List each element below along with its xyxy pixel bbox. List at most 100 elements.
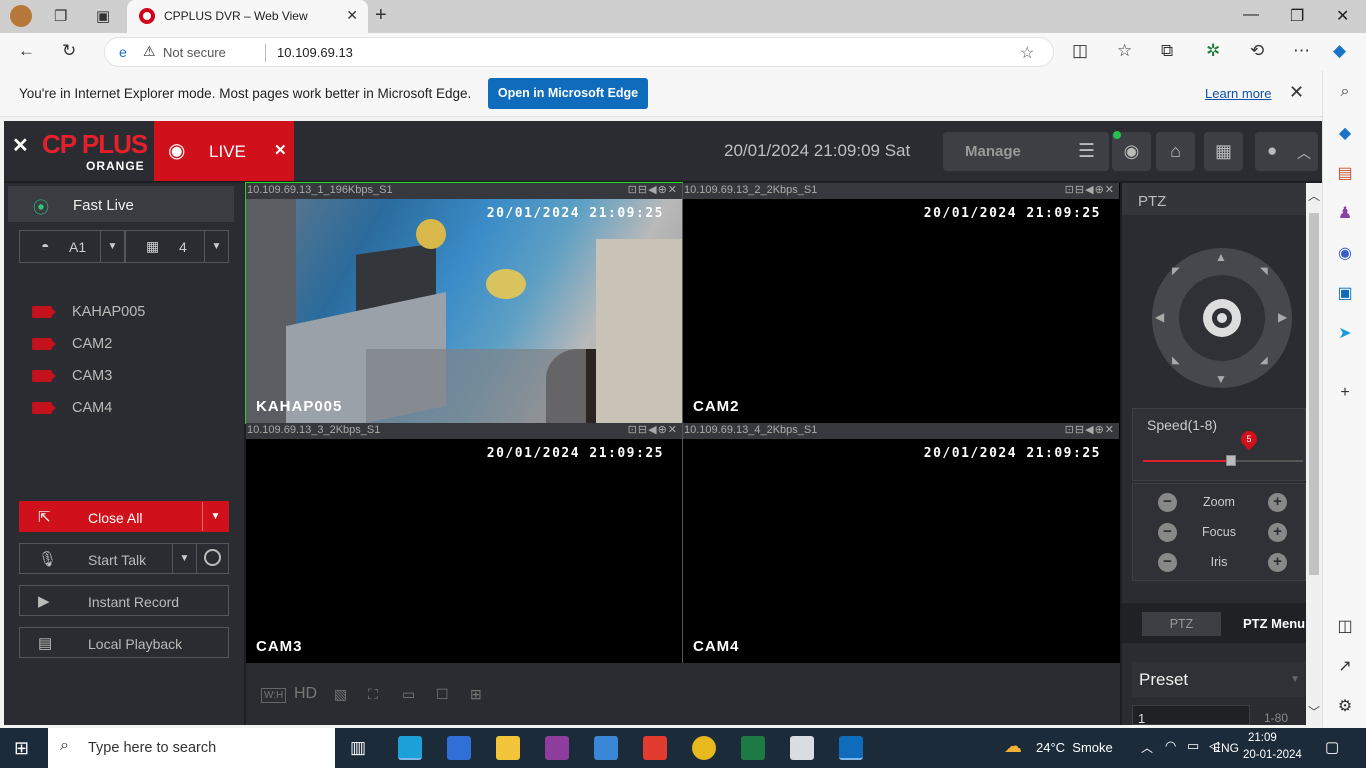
arrow-down-left-icon[interactable]: ◣ [1172, 355, 1180, 366]
qr-code-button[interactable]: ▦ [1204, 132, 1243, 171]
taskbar-search[interactable]: ⌕ Type here to search [48, 728, 335, 768]
tab-ptz-menu[interactable]: PTZ Menu [1243, 616, 1305, 631]
notifications-icon[interactable]: ▢ [1325, 738, 1339, 756]
task-view-icon[interactable]: ▥ [350, 738, 366, 758]
open-in-edge-button[interactable]: Open in Microsoft Edge [488, 78, 648, 109]
fast-live-header[interactable]: ⦿ Fast Live [8, 186, 234, 222]
tab-close-icon[interactable]: ✕ [346, 7, 358, 24]
edge-taskbar-icon[interactable] [398, 736, 422, 760]
iris-minus-button[interactable]: − [1158, 553, 1177, 572]
dpad-center-knob[interactable] [1203, 299, 1241, 337]
video-cell[interactable]: 10.109.69.13_1_196Kbps_S1 ⊡⊟◀⊕✕ 20/01/20… [245, 182, 683, 424]
single-view-icon[interactable]: ▭ [402, 686, 415, 703]
search-icon[interactable]: ⌕ [1335, 83, 1355, 103]
start-talk-button[interactable]: 🎙 Start Talk ▼ [19, 543, 229, 574]
cell-tools-icons[interactable]: ⊡⊟◀⊕✕ [1065, 183, 1115, 196]
wifi-icon[interactable]: ◠ [1165, 738, 1176, 754]
scrollbar-thumb[interactable] [1309, 213, 1319, 575]
chevron-down-icon[interactable]: ▼ [100, 231, 124, 262]
home-button[interactable]: ⌂ [1156, 132, 1195, 171]
extension-icon[interactable]: ✲ [1206, 41, 1220, 61]
fullscreen-icon[interactable]: ⛶ [368, 686, 378, 703]
stream-type-icon[interactable]: ▧ [334, 686, 347, 703]
active-tab[interactable]: CPPLUS DVR – Web View ✕ [127, 0, 368, 33]
manage-button[interactable]: Manage ☰ [943, 132, 1109, 171]
learn-more-link[interactable]: Learn more [1205, 86, 1271, 101]
preset-select[interactable]: Preset ▼ [1132, 662, 1306, 697]
scroll-down-icon[interactable]: ﹀ [1308, 703, 1320, 720]
speed-slider-handle[interactable] [1226, 455, 1236, 466]
live-view-button[interactable]: ◉ [1112, 131, 1151, 171]
refresh-icon[interactable]: ↻ [62, 41, 76, 61]
outlook-taskbar-icon[interactable] [839, 736, 863, 760]
camera-list-item[interactable]: KAHAP005 [32, 303, 232, 323]
profile-avatar[interactable] [10, 5, 32, 27]
maximize-button[interactable]: ❐ [1290, 6, 1304, 26]
focus-minus-button[interactable]: − [1158, 523, 1177, 542]
file-explorer-taskbar-icon[interactable] [496, 736, 520, 760]
weather-text[interactable]: 24°C Smoke [1036, 740, 1113, 755]
chevron-down-icon[interactable]: ▼ [202, 502, 228, 531]
hd-button[interactable]: HD [294, 685, 317, 703]
chrome-taskbar-icon[interactable] [692, 736, 716, 760]
speed-slider-track[interactable] [1143, 455, 1303, 466]
collections-icon[interactable]: ⧉ [1161, 41, 1173, 61]
one-screen-icon[interactable]: ☐ [436, 686, 449, 703]
app-taskbar-icon[interactable] [790, 736, 814, 760]
video-cell[interactable]: 10.109.69.13_3_2Kbps_S1 ⊡⊟◀⊕✕ 20/01/2024… [246, 423, 682, 663]
ie-bar-close-icon[interactable]: ✕ [1289, 82, 1304, 103]
favorites-icon[interactable]: ☆ [1117, 41, 1132, 61]
focus-plus-button[interactable]: + [1268, 523, 1287, 542]
preset-number-input[interactable]: 1 [1132, 705, 1250, 725]
favorite-star-icon[interactable]: ☆ [1020, 43, 1034, 63]
battery-icon[interactable]: ▭ [1187, 738, 1199, 754]
split-screen-icon[interactable]: ◫ [1072, 41, 1088, 61]
scroll-up-icon[interactable]: ︿ [1308, 187, 1320, 204]
record-toggle[interactable] [196, 544, 228, 573]
instant-record-button[interactable]: ▶ Instant Record [19, 585, 229, 616]
outlook-icon[interactable]: ▣ [1335, 283, 1355, 303]
arrow-down-right-icon[interactable]: ◢ [1260, 355, 1268, 366]
split-select[interactable]: ▦ 4 ▼ [125, 230, 229, 263]
arrow-up-icon[interactable]: ▲ [1215, 250, 1227, 264]
area-select[interactable]: ◓ A1 ▼ [19, 230, 125, 263]
url-text[interactable]: 10.109.69.13 [277, 45, 353, 60]
excel-taskbar-icon[interactable] [741, 736, 765, 760]
cell-tools-icons[interactable]: ⊡⊟◀⊕✕ [628, 183, 678, 196]
tab-actions-icon[interactable]: ▣ [96, 7, 110, 25]
send-icon[interactable]: ➤ [1335, 323, 1355, 343]
iris-plus-button[interactable]: + [1268, 553, 1287, 572]
ptz-direction-pad[interactable]: ▲ ▼ ◀ ▶ ◤ ◥ ◣ ◢ [1152, 248, 1292, 388]
chevron-down-icon[interactable]: ▼ [204, 231, 228, 262]
zoom-minus-button[interactable]: − [1158, 493, 1177, 512]
windows-start-icon[interactable]: ⊞ [14, 738, 29, 759]
back-icon[interactable]: ← [18, 41, 35, 61]
live-tab-close-icon[interactable]: ✕ [274, 141, 287, 159]
add-sidebar-icon[interactable]: + [1335, 384, 1355, 404]
language-indicator[interactable]: ENG [1213, 741, 1239, 755]
settings-gear-icon[interactable]: ⚙ [1335, 696, 1355, 716]
workspaces-icon[interactable]: ❐ [54, 7, 67, 25]
store-taskbar-icon[interactable] [447, 736, 471, 760]
arrow-down-icon[interactable]: ▼ [1215, 372, 1227, 386]
live-tab[interactable]: ◉ LIVE ✕ [154, 121, 294, 181]
camera-list-item[interactable]: CAM2 [32, 335, 232, 355]
sidebar-layout-icon[interactable]: ◫ [1335, 616, 1355, 636]
chevron-down-icon[interactable]: ▼ [172, 544, 196, 573]
games-icon[interactable]: ♟ [1335, 203, 1355, 223]
shopping-icon[interactable]: ◆ [1335, 123, 1355, 143]
cell-tools-icons[interactable]: ⊡⊟◀⊕✕ [628, 423, 678, 436]
user-menu-button[interactable]: ● ︿ [1255, 132, 1318, 171]
ie-reload-icon[interactable]: ⟲ [1250, 41, 1264, 61]
mail-taskbar-icon[interactable] [594, 736, 618, 760]
tray-chevron-icon[interactable]: ︿ [1141, 739, 1153, 756]
ptz-scrollbar[interactable]: ︿ ﹀ [1306, 183, 1322, 725]
camera-list-item[interactable]: CAM4 [32, 399, 232, 419]
aspect-ratio-button[interactable]: W:H [261, 688, 287, 703]
office-icon[interactable]: ◉ [1335, 243, 1355, 263]
tab-ptz[interactable]: PTZ [1142, 612, 1221, 636]
weather-icon[interactable]: ☁ [1004, 736, 1022, 757]
new-tab-button[interactable]: + [375, 4, 387, 27]
tools-icon[interactable]: ▤ [1335, 163, 1355, 183]
anydesk-taskbar-icon[interactable] [643, 736, 667, 760]
